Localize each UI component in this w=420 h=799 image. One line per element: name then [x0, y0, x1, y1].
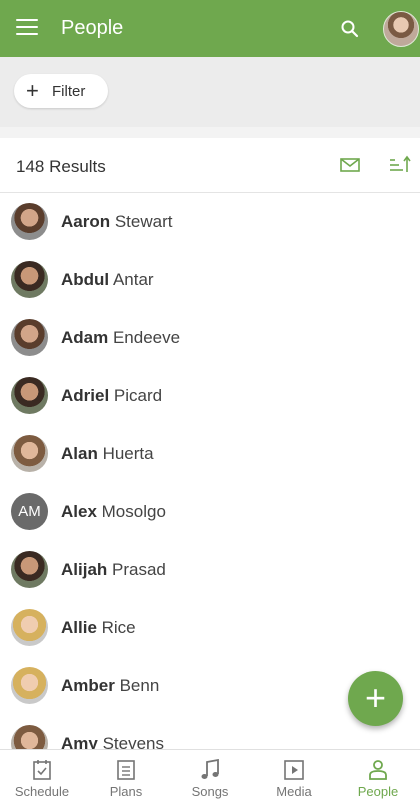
list-item[interactable]: Aaron Stewart	[0, 193, 420, 251]
avatar	[11, 203, 48, 240]
tab-media[interactable]: Media	[252, 750, 336, 799]
list-item[interactable]: Amy Stevens	[0, 715, 420, 749]
list-icon	[117, 760, 135, 780]
add-person-button[interactable]: +	[348, 671, 403, 726]
tab-label: Media	[276, 784, 312, 799]
tab-label: Plans	[109, 784, 143, 799]
list-item[interactable]: Allie Rice	[0, 599, 420, 657]
avatar-initials: AM	[11, 493, 48, 530]
play-icon	[284, 760, 304, 780]
person-icon	[369, 760, 387, 780]
app-bar: People	[0, 0, 420, 57]
avatar	[11, 667, 48, 704]
filter-button[interactable]: + Filter	[14, 74, 108, 108]
tab-people[interactable]: People	[336, 750, 420, 799]
user-avatar[interactable]	[383, 11, 419, 47]
results-count: 148 Results	[16, 157, 106, 176]
tab-schedule[interactable]: Schedule	[0, 750, 84, 799]
mail-icon[interactable]	[340, 158, 360, 172]
avatar	[11, 725, 48, 749]
page-title: People	[61, 17, 124, 39]
plus-icon: +	[26, 78, 39, 103]
tab-songs[interactable]: Songs	[168, 750, 252, 799]
tab-label: Schedule	[14, 784, 70, 799]
list-item[interactable]: Alan Huerta	[0, 425, 420, 483]
person-name: Allie Rice	[61, 618, 136, 637]
list-item[interactable]: Adam Endeeve	[0, 309, 420, 367]
avatar	[11, 435, 48, 472]
person-name: Amy Stevens	[61, 734, 165, 749]
tab-plans[interactable]: Plans	[84, 750, 168, 799]
person-name: Alan Huerta	[61, 444, 154, 463]
person-name: Abdul Antar	[61, 270, 154, 289]
results-header: 148 Results	[0, 138, 420, 193]
filter-bar: + Filter	[0, 57, 420, 127]
list-item[interactable]: AM Alex Mosolgo	[0, 483, 420, 541]
filter-label: Filter	[52, 83, 86, 100]
tab-label: People	[357, 784, 399, 799]
calendar-check-icon	[33, 760, 51, 780]
search-icon[interactable]	[340, 19, 360, 39]
avatar	[11, 551, 48, 588]
avatar	[11, 261, 48, 298]
list-item[interactable]: Abdul Antar	[0, 251, 420, 309]
tab-label: Songs	[191, 784, 229, 799]
sort-ascending-icon[interactable]	[389, 155, 411, 175]
list-item[interactable]: Adriel Picard	[0, 367, 420, 425]
person-name: Adriel Picard	[61, 386, 163, 405]
bottom-navigation: Schedule Plans Songs Media People	[0, 749, 420, 799]
people-list: Aaron Stewart Abdul Antar Adam Endeeve A…	[0, 193, 420, 749]
avatar	[11, 609, 48, 646]
person-name: Alijah Prasad	[61, 560, 166, 579]
list-item[interactable]: Alijah Prasad	[0, 541, 420, 599]
person-name: Aaron Stewart	[61, 212, 173, 231]
music-note-icon	[201, 759, 219, 779]
person-name: Alex Mosolgo	[61, 502, 166, 521]
person-name: Adam Endeeve	[61, 328, 181, 347]
avatar	[11, 377, 48, 414]
avatar	[11, 319, 48, 356]
plus-icon: +	[364, 677, 387, 718]
hamburger-menu-icon[interactable]	[16, 19, 38, 37]
person-name: Amber Benn	[61, 676, 160, 695]
